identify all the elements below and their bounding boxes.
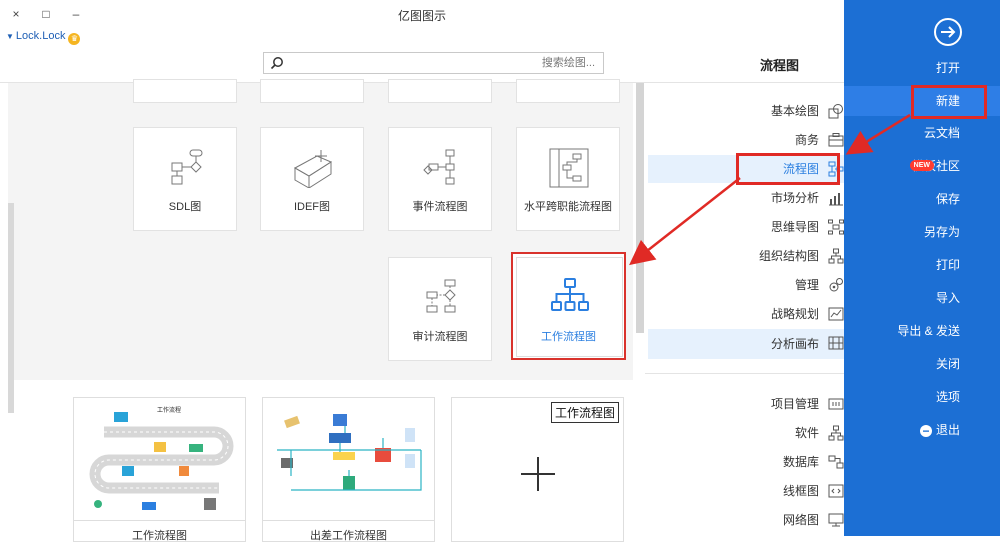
category-management[interactable]: 管理 (648, 271, 844, 299)
sdl-diagram-icon (171, 149, 203, 185)
section-title: 流程图 (760, 58, 800, 73)
example-card-caption: 工作流程图 (74, 520, 245, 543)
example-card-travel-workflow[interactable]: 出差工作流程图 (262, 397, 435, 542)
new-badge: NEW (909, 160, 934, 171)
search-icon[interactable] (270, 56, 284, 70)
category-wireframe[interactable]: 线框图 (648, 477, 844, 505)
content-scrollbar[interactable] (636, 83, 644, 333)
example-card-caption: 出差工作流程图 (263, 520, 434, 543)
strategy-icon (828, 307, 844, 321)
sidebar-item-exit[interactable]: − 退出 (919, 415, 960, 445)
database-icon (828, 455, 844, 469)
template-card[interactable] (260, 79, 364, 103)
sidebar-item-open[interactable]: 打开 (936, 53, 960, 83)
example-inner-title: 工作流程 (157, 406, 181, 414)
category-business[interactable]: 商务 (648, 126, 844, 154)
vip-crown-icon: ♛ (68, 33, 81, 45)
backstage-sidebar: 打开 新建 云文档 模板社区 NEW 保存 另存为 打印 导入 导出 & 发送 … (844, 0, 1000, 536)
category-divider (645, 373, 844, 374)
basic-drawing-icon (828, 104, 843, 119)
sidebar-item-close[interactable]: 关闭 (936, 349, 960, 379)
canvas-icon (828, 336, 844, 350)
network-icon (828, 513, 844, 527)
template-label: IDEF图 (293, 201, 331, 213)
template-card-sdl[interactable]: SDL图 (133, 127, 237, 231)
category-project-management[interactable]: 项目管理 (648, 390, 844, 418)
project-icon (828, 398, 844, 410)
category-database[interactable]: 数据库 (648, 448, 844, 476)
category-software[interactable]: 软件 (648, 419, 844, 447)
template-card-workflow[interactable]: 工作流程图 (511, 252, 626, 360)
close-button[interactable]: × (8, 6, 24, 22)
template-gallery: 水平跨职能流程图 事件流程图 IDEF图 SDL图 工作流程图 审计流程图 (8, 79, 633, 413)
category-mindmap[interactable]: 思维导图 (648, 213, 844, 241)
briefcase-icon (828, 133, 844, 147)
annotation-box-flowchart (736, 153, 840, 185)
window-title: 亿图图示 (397, 9, 446, 23)
dropdown-arrow-icon: ▼ (6, 32, 14, 41)
category-analysis-canvas[interactable]: 分析画布 (648, 329, 844, 359)
category-network[interactable]: 网络图 (648, 506, 844, 534)
blank-card-title: 工作流程图 (550, 402, 619, 423)
template-card[interactable] (388, 79, 492, 103)
sidebar-item-options[interactable]: 选项 (936, 382, 960, 412)
category-strategy[interactable]: 战略规划 (648, 300, 844, 328)
category-org-chart[interactable]: 组织结构图 (648, 242, 844, 270)
search-box[interactable] (263, 52, 604, 74)
exit-icon: − (919, 425, 932, 437)
software-icon (828, 425, 844, 441)
blank-template-card[interactable]: 工作流程图 (451, 397, 624, 542)
template-card[interactable] (133, 79, 237, 103)
category-basic-drawing[interactable]: 基本绘图 (648, 97, 844, 125)
maximize-button[interactable]: □ (38, 6, 54, 22)
template-card-idef[interactable]: IDEF图 (260, 127, 364, 231)
sidebar-item-save[interactable]: 保存 (936, 184, 960, 214)
cross-functional-flowchart-icon (549, 148, 589, 188)
back-arrow-icon[interactable] (933, 17, 963, 47)
user-account-link[interactable]: ▼ Lock.Lock ♛ (6, 30, 81, 45)
example-card-workflow[interactable]: 工作流程 工作流程图 (73, 397, 246, 542)
title-bar: 亿图图示 (0, 0, 844, 30)
template-label: 水平跨职能流程图 (524, 201, 612, 213)
sidebar-item-cloud[interactable]: 云文档 (924, 118, 960, 148)
workflow-org-icon (551, 278, 589, 311)
template-label: 审计流程图 (412, 331, 468, 343)
org-chart-icon (828, 248, 844, 264)
mindmap-icon (828, 219, 844, 235)
category-market-analysis[interactable]: 市场分析 (648, 184, 844, 212)
minimize-button[interactable]: – (68, 6, 84, 22)
template-card-cross-functional[interactable]: 水平跨职能流程图 (516, 127, 620, 231)
template-label: 事件流程图 (412, 201, 468, 213)
user-name: Lock.Lock (15, 30, 66, 42)
annotation-box-new (911, 85, 987, 119)
travel-workflow-preview (277, 414, 422, 491)
gallery-scrollbar[interactable] (8, 203, 14, 413)
template-label: SDL图 (168, 201, 202, 213)
workflow-example-preview: 工作流程 (89, 406, 234, 510)
idef-diagram-icon (293, 150, 333, 188)
search-input[interactable] (303, 56, 597, 70)
template-label: 工作流程图 (541, 331, 596, 343)
sidebar-item-export-send[interactable]: 导出 & 发送 (897, 316, 960, 346)
sidebar-item-import[interactable]: 导入 (936, 283, 960, 313)
audit-flowchart-icon (426, 279, 456, 313)
plus-icon-vertical (537, 457, 539, 491)
bar-chart-icon (829, 193, 843, 206)
sidebar-item-print[interactable]: 打印 (936, 250, 960, 280)
template-card[interactable] (516, 79, 620, 103)
template-card-event-flowchart[interactable]: 事件流程图 (388, 127, 492, 231)
gears-icon (829, 278, 843, 292)
event-flowchart-icon (423, 149, 455, 185)
template-card-audit[interactable]: 审计流程图 (388, 257, 492, 361)
sidebar-item-save-as[interactable]: 另存为 (924, 217, 960, 247)
wireframe-icon (828, 484, 844, 498)
